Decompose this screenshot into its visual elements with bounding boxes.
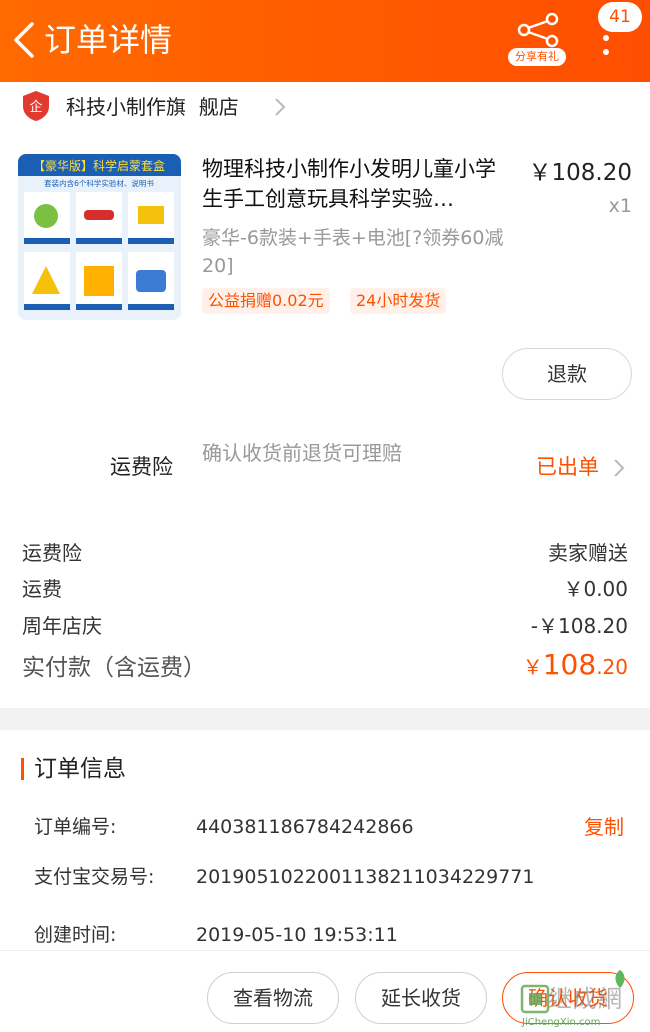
insurance-label: 运费险 (110, 455, 173, 479)
refund-button[interactable]: 退款 (502, 348, 632, 400)
product-image-header: 【豪华版】科学启蒙套盒 (33, 158, 165, 173)
product-quantity: x1 (608, 195, 632, 217)
more-dots-icon[interactable] (600, 32, 612, 58)
total-label: 实付款（含运费） (22, 655, 206, 681)
watermark-logo-icon (520, 984, 550, 1014)
section-divider (0, 708, 650, 730)
extend-receipt-button[interactable]: 延长收货 (355, 972, 487, 1024)
cost-value-promo: -￥108.20 (530, 614, 628, 638)
cost-label-shipping: 运费 (22, 577, 62, 601)
shipping-tag: 24小时发货 (350, 288, 447, 314)
copy-button[interactable]: 复制 (584, 812, 624, 842)
cost-value-shipping: ￥0.00 (563, 577, 628, 601)
insurance-description: 确认收货前退货可理赔 (202, 441, 402, 465)
charity-tag: 公益捐赠0.02元 (202, 288, 330, 314)
share-label: 分享有礼 (508, 48, 566, 66)
total-currency: ￥ (522, 655, 543, 679)
cost-label-promo: 周年店庆 (22, 614, 102, 638)
top-nav-bar: 订单详情 分享有礼 41 (0, 0, 650, 82)
product-thumbnail[interactable]: 【豪华版】科学启蒙套盒 套装内含6个科学实验材、说明书 (18, 154, 181, 320)
shop-name[interactable]: 科技小制作旗 舰店 (66, 92, 239, 122)
back-arrow-icon[interactable] (10, 20, 40, 60)
product-sku: 豪华-6款装+手表+电池[?领券60减20] (202, 227, 504, 277)
cost-value-insurance: 卖家赠送 (548, 541, 628, 565)
order-number-label: 订单编号: (34, 816, 117, 838)
insurance-status[interactable]: 已出单 (536, 450, 599, 484)
shop-logo-text: 企 (29, 99, 42, 115)
enterprise-shop-icon: 企 (23, 91, 49, 121)
leaf-icon (615, 970, 625, 988)
watermark-url: JiChengXin.com (522, 1017, 601, 1028)
page-title: 订单详情 (44, 21, 173, 59)
chevron-right-icon (614, 459, 625, 477)
product-image: 【豪华版】科学启蒙套盒 套装内含6个科学实验材、说明书 (18, 154, 181, 320)
share-icon (517, 12, 559, 48)
alipay-trade-value: 2019051022001138211034229771 (196, 866, 535, 888)
created-time-label: 创建时间: (34, 924, 117, 946)
message-count-badge[interactable]: 41 (598, 2, 642, 32)
share-button[interactable]: 分享有礼 (506, 12, 566, 68)
section-accent-bar (21, 758, 24, 780)
total-decimal: .20 (596, 655, 628, 679)
created-time-value: 2019-05-10 19:53:11 (196, 924, 398, 946)
view-logistics-button[interactable]: 查看物流 (207, 972, 339, 1024)
cost-label-insurance: 运费险 (22, 541, 82, 565)
product-title[interactable]: 物理科技小制作小发明儿童小学生手工创意玩具科学实验… (202, 154, 508, 214)
total-integer: 108 (542, 648, 597, 681)
product-image-subheader: 套装内含6个科学实验材、说明书 (44, 178, 154, 188)
order-number-value: 440381186784242866 (196, 816, 414, 838)
order-info-title: 订单信息 (34, 756, 126, 782)
chevron-right-icon (275, 98, 286, 116)
total-amount: ￥108.20 (523, 648, 628, 681)
product-price: ￥108.20 (528, 160, 632, 186)
alipay-trade-label: 支付宝交易号: (34, 866, 155, 888)
